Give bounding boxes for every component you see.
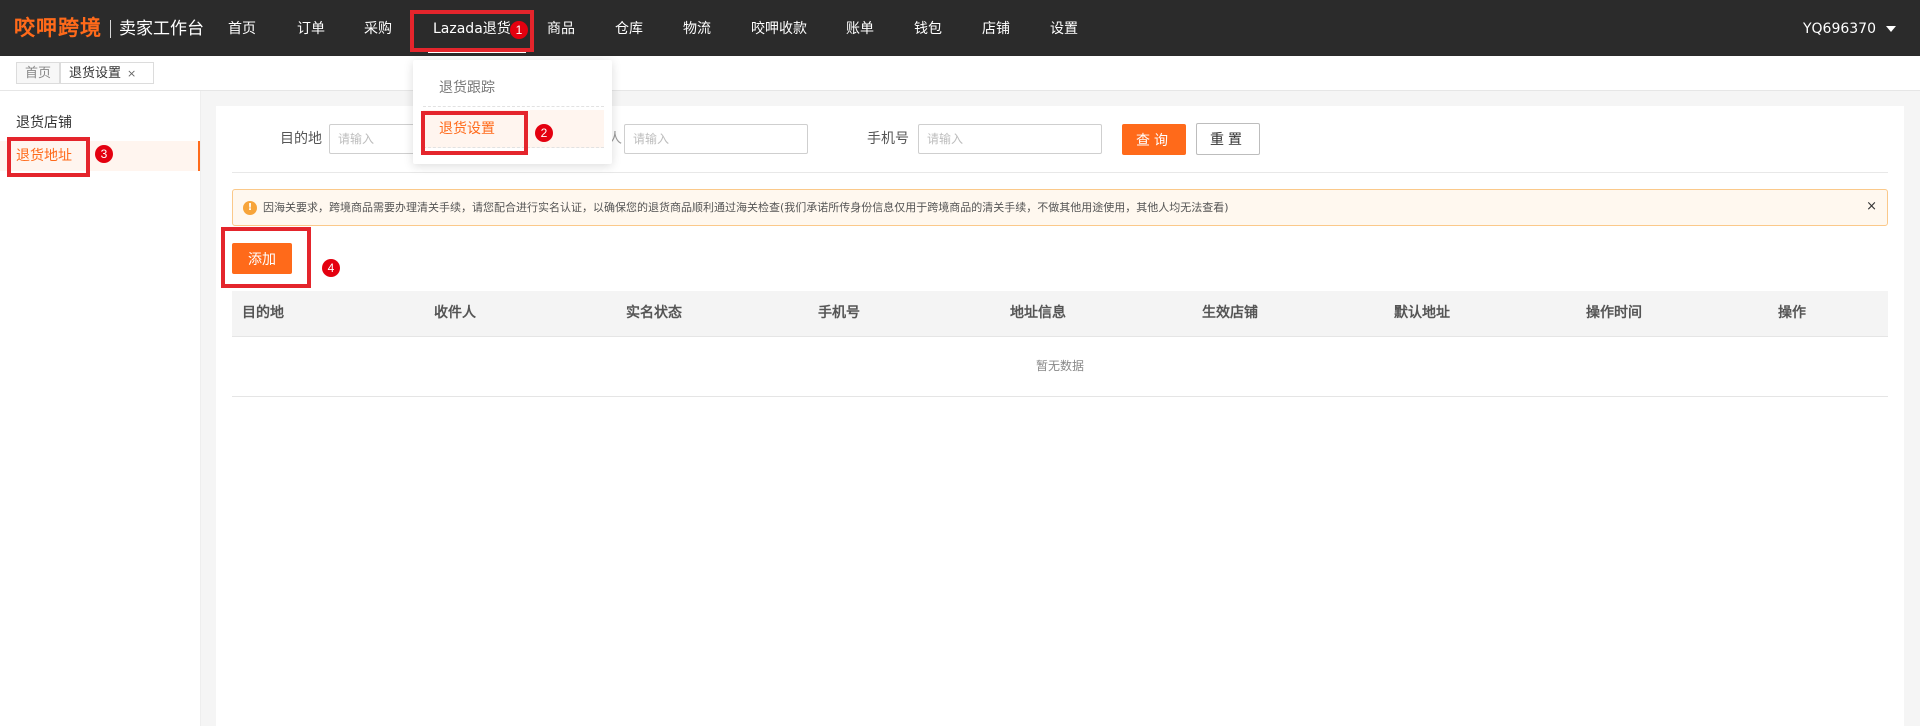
nav-item-products[interactable]: 商品 [547, 14, 575, 44]
page-tabs-bar: 首页 退货设置 × [0, 56, 1920, 91]
nav-item-payments[interactable]: 咬呷收款 [751, 14, 807, 44]
sidebar-item-return-address[interactable]: 退货地址 [0, 141, 200, 171]
nav-item-stores[interactable]: 店铺 [982, 14, 1010, 44]
destination-label: 目的地 [280, 131, 322, 147]
column-header: 目的地 [242, 305, 284, 321]
phone-label: 手机号 [867, 131, 909, 147]
returns-dropdown-menu: 退货跟踪 退货设置 [413, 60, 612, 164]
nav-active-indicator [428, 51, 526, 53]
query-button[interactable]: 查询 [1122, 124, 1186, 155]
brand-subtitle: 卖家工作台 [119, 19, 204, 39]
menu-item-return-tracking[interactable]: 退货跟踪 [423, 69, 604, 107]
sidebar-item-return-stores[interactable]: 退货店铺 [0, 108, 200, 138]
column-header: 默认地址 [1394, 305, 1450, 321]
nav-item-purchase[interactable]: 采购 [364, 14, 392, 44]
column-header: 手机号 [818, 305, 860, 321]
nav-item-lazada-returns[interactable]: Lazada退货 [433, 14, 511, 44]
user-menu[interactable]: YQ696370 [1803, 14, 1876, 44]
tab-return-settings-label: 退货设置 [69, 66, 122, 81]
table-header: 目的地 收件人 实名状态 手机号 地址信息 生效店铺 默认地址 操作时间 操作 [232, 291, 1888, 337]
column-header: 操作时间 [1586, 305, 1642, 321]
brand-logo[interactable]: 咬呷跨境 [14, 12, 102, 44]
reset-button[interactable]: 重置 [1196, 123, 1260, 155]
column-header: 生效店铺 [1202, 305, 1258, 321]
notice-close-icon[interactable]: × [1866, 199, 1877, 215]
nav-item-orders[interactable]: 订单 [297, 14, 325, 44]
table-empty-state: 暂无数据 [232, 337, 1888, 397]
filter-divider [232, 172, 1888, 173]
column-header: 地址信息 [1010, 305, 1066, 321]
tab-home-label: 首页 [25, 66, 52, 81]
nav-item-bills[interactable]: 账单 [846, 14, 874, 44]
nav-item-logistics[interactable]: 物流 [683, 14, 711, 44]
nav-item-warehouse[interactable]: 仓库 [615, 14, 643, 44]
column-header: 操作 [1778, 305, 1806, 321]
notice-text: 因海关要求，跨境商品需要办理清关手续，请您配合进行实名认证，以确保您的退货商品顺… [263, 201, 1229, 214]
tab-home[interactable]: 首页 [16, 62, 60, 84]
top-header: 咬呷跨境 卖家工作台 首页 订单 采购 Lazada退货 商品 仓库 物流 咬呷… [0, 0, 1920, 56]
nav-item-home[interactable]: 首页 [228, 14, 256, 44]
recipient-input[interactable] [624, 124, 808, 154]
column-header: 实名状态 [626, 305, 682, 321]
nav-item-settings[interactable]: 设置 [1050, 14, 1078, 44]
nav-item-wallet[interactable]: 钱包 [914, 14, 942, 44]
info-icon: ! [243, 201, 257, 215]
brand-separator [110, 20, 111, 38]
column-header: 收件人 [434, 305, 476, 321]
tab-return-settings[interactable]: 退货设置 × [60, 62, 154, 84]
menu-item-return-settings[interactable]: 退货设置 [423, 110, 604, 148]
caret-down-icon[interactable] [1886, 26, 1896, 32]
add-button[interactable]: 添加 [232, 243, 292, 274]
close-icon[interactable]: × [127, 67, 136, 80]
customs-notice: ! 因海关要求，跨境商品需要办理清关手续，请您配合进行实名认证，以确保您的退货商… [232, 189, 1888, 226]
phone-input[interactable] [918, 124, 1102, 154]
sidebar: 退货店铺 退货地址 [0, 91, 201, 726]
